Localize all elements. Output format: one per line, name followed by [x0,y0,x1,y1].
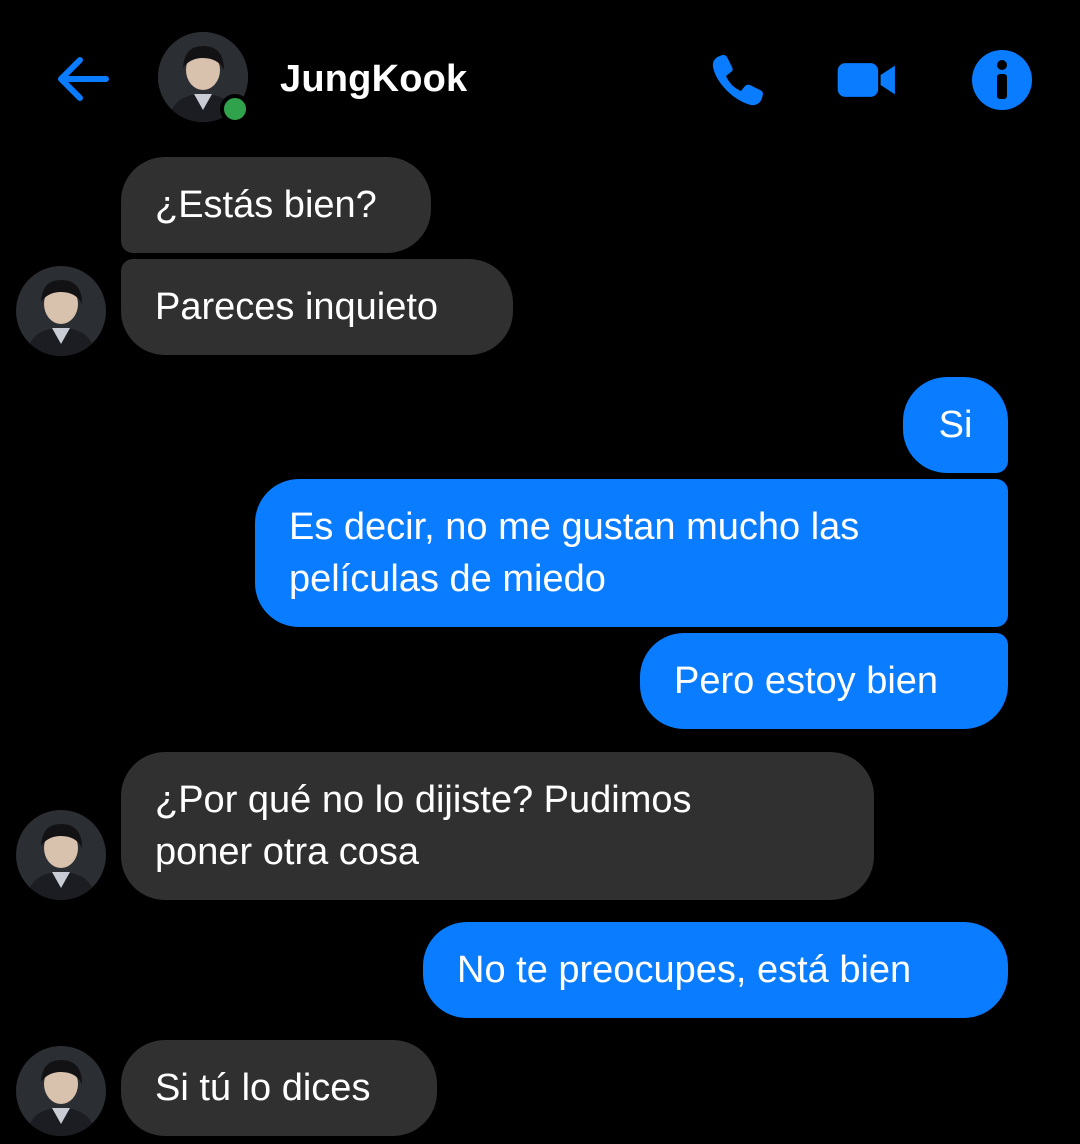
message-text: Es decir, no me gustan mucho las películ… [289,506,860,600]
message-bubble-outgoing[interactable]: Es decir, no me gustan mucho las películ… [255,479,1008,627]
contact-avatar-small[interactable] [16,810,106,900]
phone-icon[interactable] [706,48,770,112]
online-status-dot [220,94,250,124]
message-bubble-incoming[interactable]: ¿Por qué no lo dijiste? Pudimos poner ot… [121,752,874,900]
avatar-photo [16,266,106,356]
message-bubble-outgoing[interactable]: No te preocupes, está bien [423,922,1008,1018]
message-text: ¿Por qué no lo dijiste? Pudimos poner ot… [155,779,692,873]
message-text: Si [938,404,973,446]
arrow-left-icon[interactable] [52,48,114,110]
message-bubble-outgoing[interactable]: Pero estoy bien [640,633,1008,729]
contact-avatar-small[interactable] [16,1046,106,1136]
avatar-photo [16,1046,106,1136]
message-bubble-incoming[interactable]: ¿Estás bien? [121,157,431,253]
info-icon[interactable] [970,48,1034,112]
message-bubble-outgoing[interactable]: Si [903,377,1008,473]
video-camera-icon[interactable] [836,48,900,112]
message-bubble-incoming[interactable]: Si tú lo dices [121,1040,437,1136]
message-text: Si tú lo dices [155,1067,371,1109]
chat-header: JungKook [0,0,1080,150]
message-text: Pero estoy bien [674,660,939,702]
message-text: ¿Estás bien? [155,184,377,226]
contact-avatar-small[interactable] [16,266,106,356]
message-text: No te preocupes, está bien [457,949,912,991]
avatar-photo [16,810,106,900]
contact-name[interactable]: JungKook [280,58,467,101]
message-bubble-incoming[interactable]: Pareces inquieto [121,259,513,355]
message-text: Pareces inquieto [155,286,439,328]
